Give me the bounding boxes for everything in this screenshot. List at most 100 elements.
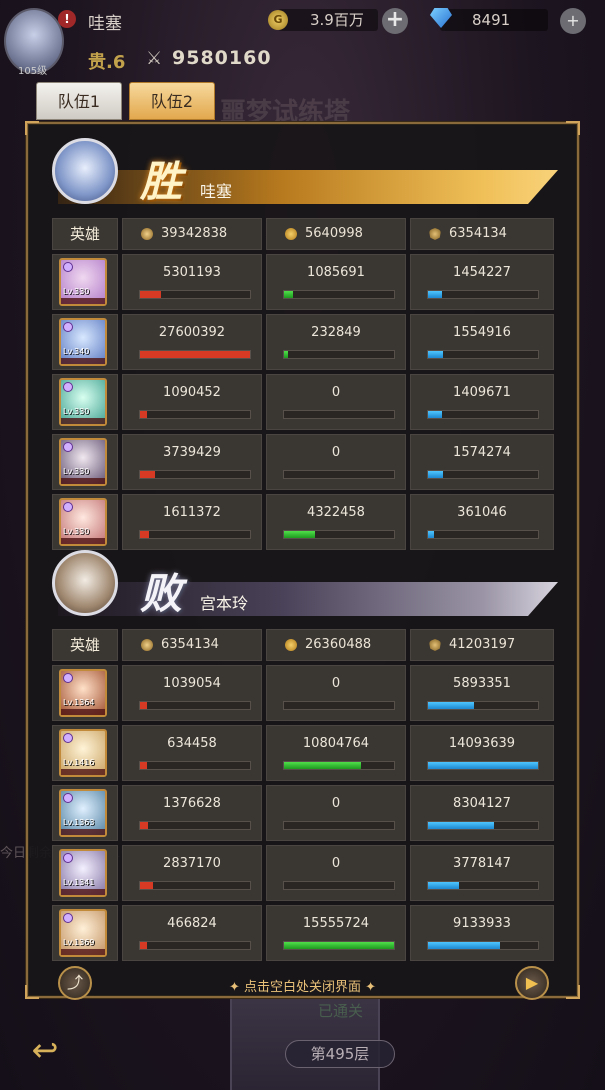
header-taken-cell: 6354134 (410, 218, 554, 250)
hero-class-icon (63, 322, 73, 332)
taken-bar (427, 290, 539, 299)
hero-level: Lv.1416 (63, 758, 95, 767)
shield-icon (429, 639, 441, 651)
hero-portrait[interactable]: Lv.330 (59, 378, 107, 426)
play-icon[interactable]: ▶ (515, 966, 549, 1000)
heal-cell: 0 (266, 665, 406, 721)
damage-bar-fill (140, 411, 147, 418)
vip-level: 贵.6 (88, 52, 126, 73)
damage-cell: 1090452 (122, 374, 262, 430)
damage-bar (139, 290, 251, 299)
header-taken-cell: 41203197 (410, 629, 554, 661)
header-heal-total: 26360488 (305, 637, 372, 652)
hero-portrait[interactable]: Lv.330 (59, 258, 107, 306)
add-gold-button[interactable]: + (382, 8, 408, 34)
hero-level: Lv.330 (63, 287, 90, 296)
taken-bar (427, 350, 539, 359)
taken-value: 1454227 (453, 265, 511, 280)
header-heal-cell: 26360488 (266, 629, 406, 661)
taken-bar (427, 881, 539, 890)
heal-bar (283, 821, 395, 830)
taken-value: 5893351 (453, 676, 511, 691)
heal-value: 0 (331, 856, 341, 871)
heal-value: 232849 (311, 325, 361, 340)
gold-coin-icon: G (268, 10, 288, 30)
heart-icon (285, 228, 297, 240)
hero-cell: Lv.330 (52, 374, 118, 430)
taken-value: 1574274 (453, 445, 511, 460)
header-heal-total: 5640998 (305, 226, 363, 241)
heal-value: 15555724 (302, 916, 370, 931)
taken-cell: 5893351 (410, 665, 554, 721)
damage-value: 634458 (167, 736, 217, 751)
hero-portrait[interactable]: Lv.1363 (59, 789, 107, 837)
hero-portrait[interactable]: Lv.1416 (59, 729, 107, 777)
hero-star-strip (61, 418, 105, 424)
damage-value: 1611372 (163, 505, 221, 520)
damage-bar-fill (140, 471, 156, 478)
heal-cell: 0 (266, 785, 406, 841)
taken-value: 1554916 (453, 325, 511, 340)
header-hero-cell: 英雄 (52, 218, 118, 250)
header-hero-label: 英雄 (69, 636, 100, 654)
winner-name: 哇塞 (200, 182, 233, 201)
hero-cell: Lv.1416 (52, 725, 118, 781)
hero-portrait[interactable]: Lv.1369 (59, 909, 107, 957)
hero-class-icon (63, 793, 73, 803)
hero-portrait[interactable]: Lv.330 (59, 438, 107, 486)
heal-cell: 0 (266, 434, 406, 490)
damage-bar (139, 470, 251, 479)
damage-bar (139, 410, 251, 419)
damage-cell: 1611372 (122, 494, 262, 550)
taken-bar-fill (428, 531, 434, 538)
hero-level: Lv.1369 (63, 938, 95, 947)
taken-bar (427, 410, 539, 419)
hero-star-strip (61, 949, 105, 955)
heal-value: 0 (331, 385, 341, 400)
heal-cell: 15555724 (266, 905, 406, 961)
damage-cell: 3739429 (122, 434, 262, 490)
taken-cell: 1409671 (410, 374, 554, 430)
tab-team-2[interactable]: 队伍2 (129, 82, 215, 120)
damage-value: 1090452 (163, 385, 221, 400)
hero-portrait[interactable]: Lv.1341 (59, 849, 107, 897)
defeat-label: 败 (140, 569, 183, 618)
panel-corner (566, 121, 580, 135)
hero-class-icon (63, 442, 73, 452)
header-hero-cell: 英雄 (52, 629, 118, 661)
heal-bar (283, 470, 395, 479)
hero-cell: Lv.340 (52, 314, 118, 370)
damage-cell: 27600392 (122, 314, 262, 370)
damage-value: 27600392 (158, 325, 226, 340)
header-damage-cell: 6354134 (122, 629, 262, 661)
avatar-level: 105级 (18, 66, 48, 77)
heart-icon (285, 639, 297, 651)
add-gem-button[interactable]: + (560, 8, 586, 34)
sword-icon (141, 639, 153, 651)
heal-bar-fill (284, 762, 361, 769)
damage-value: 3739429 (163, 445, 221, 460)
taken-cell: 361046 (410, 494, 554, 550)
damage-cell: 5301193 (122, 254, 262, 310)
taken-bar (427, 530, 539, 539)
victory-label: 胜 (140, 157, 183, 206)
player-name: 哇塞 (88, 14, 122, 34)
taken-bar-fill (428, 411, 443, 418)
hero-portrait[interactable]: Lv.1364 (59, 669, 107, 717)
hero-portrait[interactable]: Lv.340 (59, 318, 107, 366)
hero-cell: Lv.1369 (52, 905, 118, 961)
heal-cell: 232849 (266, 314, 406, 370)
heal-bar (283, 350, 395, 359)
heal-cell: 4322458 (266, 494, 406, 550)
heal-cell: 10804764 (266, 725, 406, 781)
damage-bar (139, 701, 251, 710)
hero-star-strip (61, 889, 105, 895)
back-arrow-icon[interactable]: ↩ (20, 1030, 70, 1070)
hero-class-icon (63, 733, 73, 743)
panel-corner (25, 121, 39, 135)
heal-bar (283, 290, 395, 299)
tab-team-1[interactable]: 队伍1 (36, 82, 122, 120)
heal-bar (283, 761, 395, 770)
hero-portrait[interactable]: Lv.330 (59, 498, 107, 546)
damage-bar (139, 941, 251, 950)
